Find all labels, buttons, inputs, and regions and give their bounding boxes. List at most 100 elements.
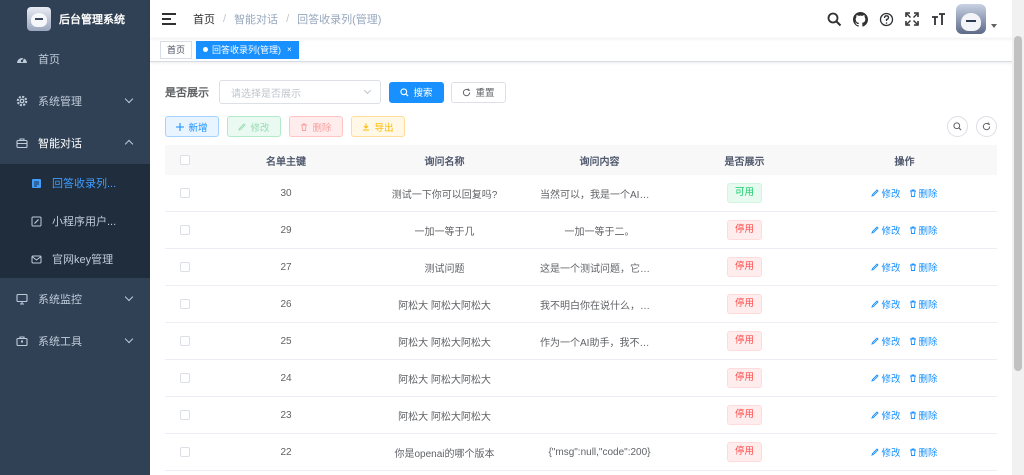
- select-all-checkbox[interactable]: [180, 155, 190, 165]
- row-delete-link[interactable]: 删除: [909, 371, 938, 385]
- row-checkbox[interactable]: [180, 225, 190, 235]
- tag-label: 回答收录列(管理): [212, 44, 282, 55]
- reset-button[interactable]: 重置: [451, 81, 506, 103]
- mail-icon: [31, 254, 42, 265]
- row-delete-label: 删除: [918, 448, 938, 459]
- row-edit-label: 修改: [881, 374, 901, 385]
- row-delete-link[interactable]: 删除: [909, 334, 938, 348]
- caret-down-icon[interactable]: [991, 24, 997, 28]
- row-edit-link[interactable]: 修改: [871, 297, 901, 311]
- cell-actions: 修改 删除: [812, 334, 997, 348]
- row-edit-link[interactable]: 修改: [871, 260, 901, 274]
- table-row: 29 一加一等于几 一加一等于二。 停用 修改 删除: [165, 212, 997, 249]
- sidebar-item-smart-chat[interactable]: 智能对话: [0, 122, 150, 164]
- row-edit-link[interactable]: 修改: [871, 186, 901, 200]
- plus-icon: [176, 122, 185, 131]
- trash-icon: [909, 411, 917, 419]
- row-checkbox[interactable]: [180, 447, 190, 457]
- toolbox-icon: [16, 335, 28, 347]
- avatar[interactable]: [956, 4, 986, 34]
- chevron-down-icon: [124, 292, 134, 302]
- cell-show: 停用: [677, 368, 812, 388]
- row-delete-label: 删除: [918, 300, 938, 311]
- status-badge: 停用: [726, 220, 762, 240]
- navbar-right: [816, 0, 997, 38]
- row-edit-link[interactable]: 修改: [871, 371, 901, 385]
- sidebar-item-system-tools[interactable]: 系统工具: [0, 320, 150, 362]
- cell-name: 测试一下你可以回复吗?: [391, 189, 498, 201]
- font-size-icon[interactable]: [930, 11, 946, 27]
- page-scrollbar[interactable]: [1012, 0, 1024, 475]
- row-checkbox[interactable]: [180, 299, 190, 309]
- status-badge: 停用: [726, 368, 762, 388]
- hamburger-icon[interactable]: [162, 13, 176, 25]
- cell-id: 26: [280, 298, 292, 310]
- row-edit-label: 修改: [881, 300, 901, 311]
- chevron-up-icon: [124, 139, 134, 149]
- row-select-cell: [165, 188, 205, 198]
- trash-icon: [909, 448, 917, 456]
- edit-button[interactable]: 修改: [227, 116, 281, 137]
- delete-button[interactable]: 删除: [289, 116, 343, 137]
- row-edit-label: 修改: [881, 337, 901, 348]
- sidebar-subitem-answer-list[interactable]: 回答收录列...: [0, 164, 150, 202]
- row-checkbox[interactable]: [180, 188, 190, 198]
- main-content: 是否展示 请选择是否展示 搜索 重置 新增 修改 删除 导出 名单主键 询问名称…: [150, 62, 1012, 475]
- row-edit-label: 修改: [881, 448, 901, 459]
- row-checkbox[interactable]: [180, 262, 190, 272]
- cell-id: 27: [280, 261, 292, 273]
- row-delete-link[interactable]: 删除: [909, 223, 938, 237]
- export-button[interactable]: 导出: [351, 116, 405, 137]
- logo-image: [27, 7, 51, 31]
- search-button-label: 搜索: [413, 88, 433, 99]
- row-edit-link[interactable]: 修改: [871, 445, 901, 459]
- sidebar-item-label: 系统监控: [38, 294, 82, 306]
- breadcrumb-item[interactable]: 首页: [193, 11, 215, 27]
- tag-home[interactable]: 首页: [160, 40, 193, 59]
- logo[interactable]: 后台管理系统: [0, 0, 150, 38]
- row-edit-link[interactable]: 修改: [871, 408, 901, 422]
- row-delete-label: 删除: [918, 189, 938, 200]
- row-checkbox[interactable]: [180, 336, 190, 346]
- show-status-select[interactable]: 请选择是否展示: [219, 80, 381, 104]
- scrollbar-thumb[interactable]: [1014, 36, 1022, 371]
- refresh-icon: [982, 122, 991, 131]
- cell-name: 一加一等于几: [414, 226, 475, 238]
- add-button[interactable]: 新增: [165, 116, 219, 137]
- refresh-button[interactable]: [976, 116, 997, 137]
- sidebar-subitem-miniprogram-users[interactable]: 小程序用户...: [0, 202, 150, 240]
- tag-answer-list[interactable]: 回答收录列(管理) ×: [196, 40, 299, 59]
- sidebar-subitem-website-key[interactable]: 官网key管理: [0, 240, 150, 278]
- github-icon[interactable]: [852, 11, 868, 27]
- briefcase-icon: [16, 137, 28, 149]
- row-edit-link[interactable]: 修改: [871, 223, 901, 237]
- close-icon[interactable]: ×: [287, 42, 292, 58]
- row-select-cell: [165, 225, 205, 235]
- row-delete-link[interactable]: 删除: [909, 297, 938, 311]
- row-delete-link[interactable]: 删除: [909, 445, 938, 459]
- fullscreen-icon[interactable]: [904, 11, 920, 27]
- help-icon[interactable]: [878, 11, 894, 27]
- search-icon[interactable]: [826, 11, 842, 27]
- row-edit-link[interactable]: 修改: [871, 334, 901, 348]
- cell-actions: 修改 删除: [812, 371, 997, 385]
- sidebar-item-system-management[interactable]: 系统管理: [0, 80, 150, 122]
- sidebar-item-home[interactable]: 首页: [0, 38, 150, 80]
- reset-button-label: 重置: [475, 88, 495, 99]
- row-checkbox[interactable]: [180, 373, 190, 383]
- edit-icon: [871, 374, 880, 382]
- row-delete-link[interactable]: 删除: [909, 408, 938, 422]
- tag-label: 首页: [167, 44, 186, 55]
- edit-icon: [871, 226, 880, 234]
- sidebar-item-system-monitor[interactable]: 系统监控: [0, 278, 150, 320]
- gear-icon: [16, 95, 28, 107]
- search-button[interactable]: 搜索: [389, 81, 444, 103]
- refresh-icon: [462, 87, 471, 97]
- row-checkbox[interactable]: [180, 410, 190, 420]
- row-delete-link[interactable]: 删除: [909, 186, 938, 200]
- cell-show: 停用: [677, 442, 812, 462]
- toggle-search-button[interactable]: [947, 116, 968, 137]
- cell-id: 22: [280, 446, 292, 458]
- cell-show: 停用: [677, 257, 812, 277]
- row-delete-link[interactable]: 删除: [909, 260, 938, 274]
